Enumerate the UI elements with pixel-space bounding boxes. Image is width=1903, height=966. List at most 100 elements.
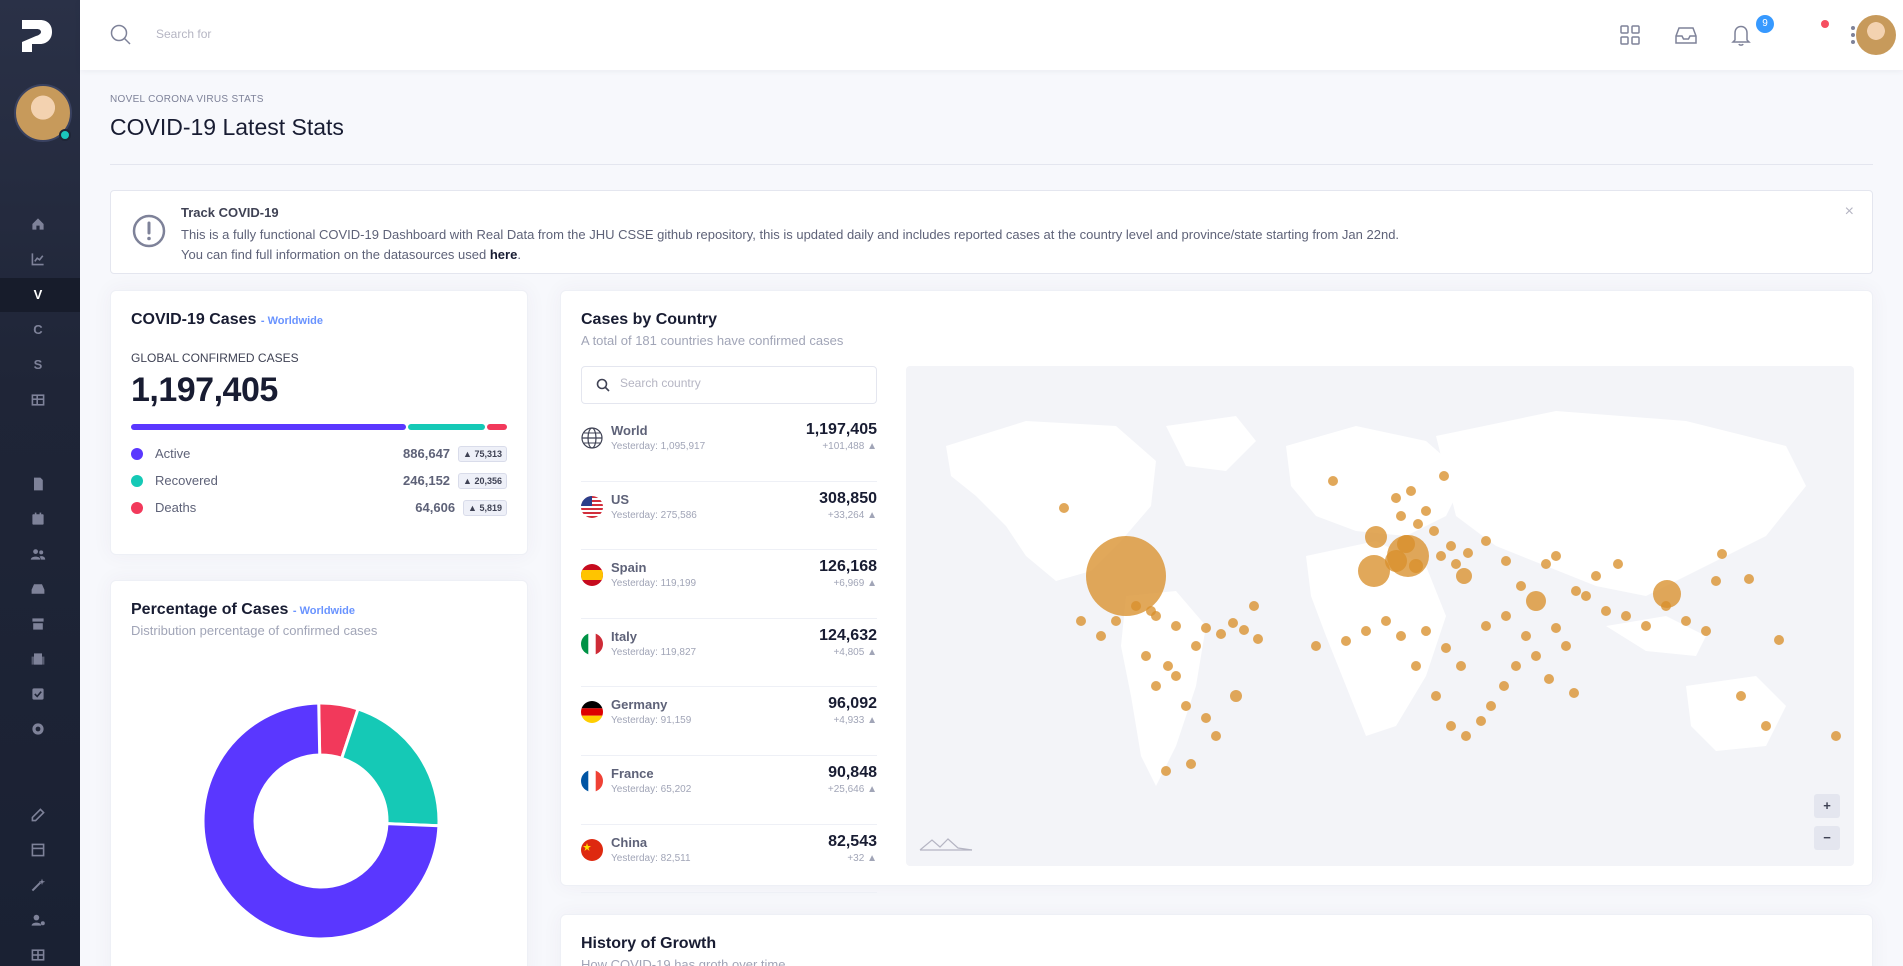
map-case-bubble[interactable]	[1131, 601, 1141, 611]
map-case-bubble[interactable]	[1171, 621, 1181, 631]
map-case-bubble[interactable]	[1516, 581, 1526, 591]
map-case-bubble[interactable]	[1076, 616, 1086, 626]
map-case-bubble[interactable]	[1461, 731, 1471, 741]
map-case-bubble[interactable]	[1591, 571, 1601, 581]
map-case-bubble[interactable]	[1736, 691, 1746, 701]
map-case-bubble[interactable]	[1421, 506, 1431, 516]
map-case-bubble[interactable]	[1544, 674, 1554, 684]
map-case-bubble[interactable]	[1456, 661, 1466, 671]
close-icon[interactable]: ×	[1845, 203, 1854, 221]
map-case-bubble[interactable]	[1239, 625, 1249, 635]
donut-slice-recovered[interactable]	[339, 707, 441, 828]
map-case-bubble[interactable]	[1463, 548, 1473, 558]
map-case-bubble[interactable]	[1831, 731, 1841, 741]
map-case-bubble[interactable]	[1486, 701, 1496, 711]
map-case-bubble[interactable]	[1328, 476, 1338, 486]
map-case-bubble[interactable]	[1141, 651, 1151, 661]
store-icon[interactable]	[28, 614, 48, 634]
table-icon[interactable]	[28, 390, 48, 410]
map-case-bubble[interactable]	[1761, 721, 1771, 731]
map-case-bubble[interactable]	[1411, 661, 1421, 671]
map-case-bubble[interactable]	[1111, 616, 1121, 626]
map-case-bubble[interactable]	[1413, 519, 1423, 529]
map-case-bubble[interactable]	[1365, 526, 1387, 548]
map-case-bubble[interactable]	[1341, 636, 1351, 646]
map-case-bubble[interactable]	[1228, 618, 1238, 628]
map-case-bubble[interactable]	[1253, 634, 1263, 644]
user-settings-icon[interactable]	[28, 910, 48, 930]
map-case-bubble[interactable]	[1409, 559, 1423, 573]
apps-grid-icon[interactable]	[1615, 20, 1645, 50]
map-case-bubble[interactable]	[1163, 661, 1173, 671]
map-case-bubble[interactable]	[1151, 681, 1161, 691]
map-case-bubble[interactable]	[1581, 591, 1591, 601]
chart-icon[interactable]	[28, 249, 48, 269]
map-case-bubble[interactable]	[1451, 559, 1461, 569]
home-icon[interactable]	[28, 214, 48, 234]
map-case-bubble[interactable]	[1501, 556, 1511, 566]
sidebar-item-v[interactable]: V	[28, 284, 48, 304]
map-case-bubble[interactable]	[1385, 550, 1407, 572]
map-case-bubble[interactable]	[1439, 471, 1449, 481]
map-case-bubble[interactable]	[1526, 591, 1546, 611]
map-case-bubble[interactable]	[1551, 623, 1561, 633]
map-case-bubble[interactable]	[1569, 688, 1579, 698]
map-case-bubble[interactable]	[1717, 549, 1727, 559]
map-case-bubble[interactable]	[1431, 691, 1441, 701]
map-case-bubble[interactable]	[1146, 606, 1156, 616]
map-case-bubble[interactable]	[1436, 551, 1446, 561]
map-case-bubble[interactable]	[1641, 621, 1651, 631]
app-logo[interactable]	[16, 16, 56, 56]
country-search-input[interactable]	[620, 376, 860, 390]
map-case-bubble[interactable]	[1181, 701, 1191, 711]
map-case-bubble[interactable]	[1186, 759, 1196, 769]
map-case-bubble[interactable]	[1211, 731, 1221, 741]
map-case-bubble[interactable]	[1744, 574, 1754, 584]
map-case-bubble[interactable]	[1456, 568, 1472, 584]
map-case-bubble[interactable]	[1096, 631, 1106, 641]
map-case-bubble[interactable]	[1621, 611, 1631, 621]
map-case-bubble[interactable]	[1521, 631, 1531, 641]
layout-icon[interactable]	[28, 840, 48, 860]
map-case-bubble[interactable]	[1216, 629, 1226, 639]
magic-icon[interactable]	[28, 875, 48, 895]
search-icon[interactable]	[110, 24, 132, 46]
map-case-bubble[interactable]	[1499, 681, 1509, 691]
map-zoom-in-button[interactable]: +	[1814, 794, 1840, 818]
document-icon[interactable]	[28, 474, 48, 494]
map-case-bubble[interactable]	[1381, 616, 1391, 626]
map-case-bubble[interactable]	[1481, 621, 1491, 631]
map-case-bubble[interactable]	[1601, 606, 1611, 616]
support-icon[interactable]	[28, 719, 48, 739]
sidebar-item-c[interactable]: C	[28, 319, 48, 339]
country-row-world[interactable]: World Yesterday: 1,095,917 1,197,405 +101,4…	[581, 413, 877, 482]
alert-link-here[interactable]: here	[490, 247, 517, 262]
map-case-bubble[interactable]	[1613, 559, 1623, 569]
map-case-bubble[interactable]	[1711, 576, 1721, 586]
country-row-china[interactable]: China Yesterday: 82,511 82,543 +32 ▲	[581, 825, 877, 894]
map-case-bubble[interactable]	[1406, 486, 1416, 496]
map-case-bubble[interactable]	[1249, 601, 1259, 611]
map-case-bubble[interactable]	[1201, 713, 1211, 723]
map-case-bubble[interactable]	[1311, 641, 1321, 651]
map-case-bubble[interactable]	[1201, 623, 1211, 633]
world-map[interactable]: + −	[906, 366, 1854, 866]
map-case-bubble[interactable]	[1446, 721, 1456, 731]
map-case-bubble[interactable]	[1774, 635, 1784, 645]
map-case-bubble[interactable]	[1441, 643, 1451, 653]
calendar-icon[interactable]	[28, 509, 48, 529]
map-case-bubble[interactable]	[1396, 511, 1406, 521]
map-case-bubble[interactable]	[1561, 641, 1571, 651]
grid-icon[interactable]	[28, 945, 48, 965]
map-case-bubble[interactable]	[1571, 586, 1581, 596]
map-case-bubble[interactable]	[1446, 541, 1456, 551]
country-row-italy[interactable]: Italy Yesterday: 119,827 124,632 +4,805 ▲	[581, 619, 877, 688]
edit-icon[interactable]	[28, 805, 48, 825]
map-case-bubble[interactable]	[1391, 493, 1401, 503]
map-case-bubble[interactable]	[1059, 503, 1069, 513]
country-row-spain[interactable]: Spain Yesterday: 119,199 126,168 +6,969 ▲	[581, 550, 877, 619]
bell-icon[interactable]	[1726, 20, 1756, 50]
sidebar-item-s[interactable]: S	[28, 354, 48, 374]
map-case-bubble[interactable]	[1429, 526, 1439, 536]
map-case-bubble[interactable]	[1551, 551, 1561, 561]
